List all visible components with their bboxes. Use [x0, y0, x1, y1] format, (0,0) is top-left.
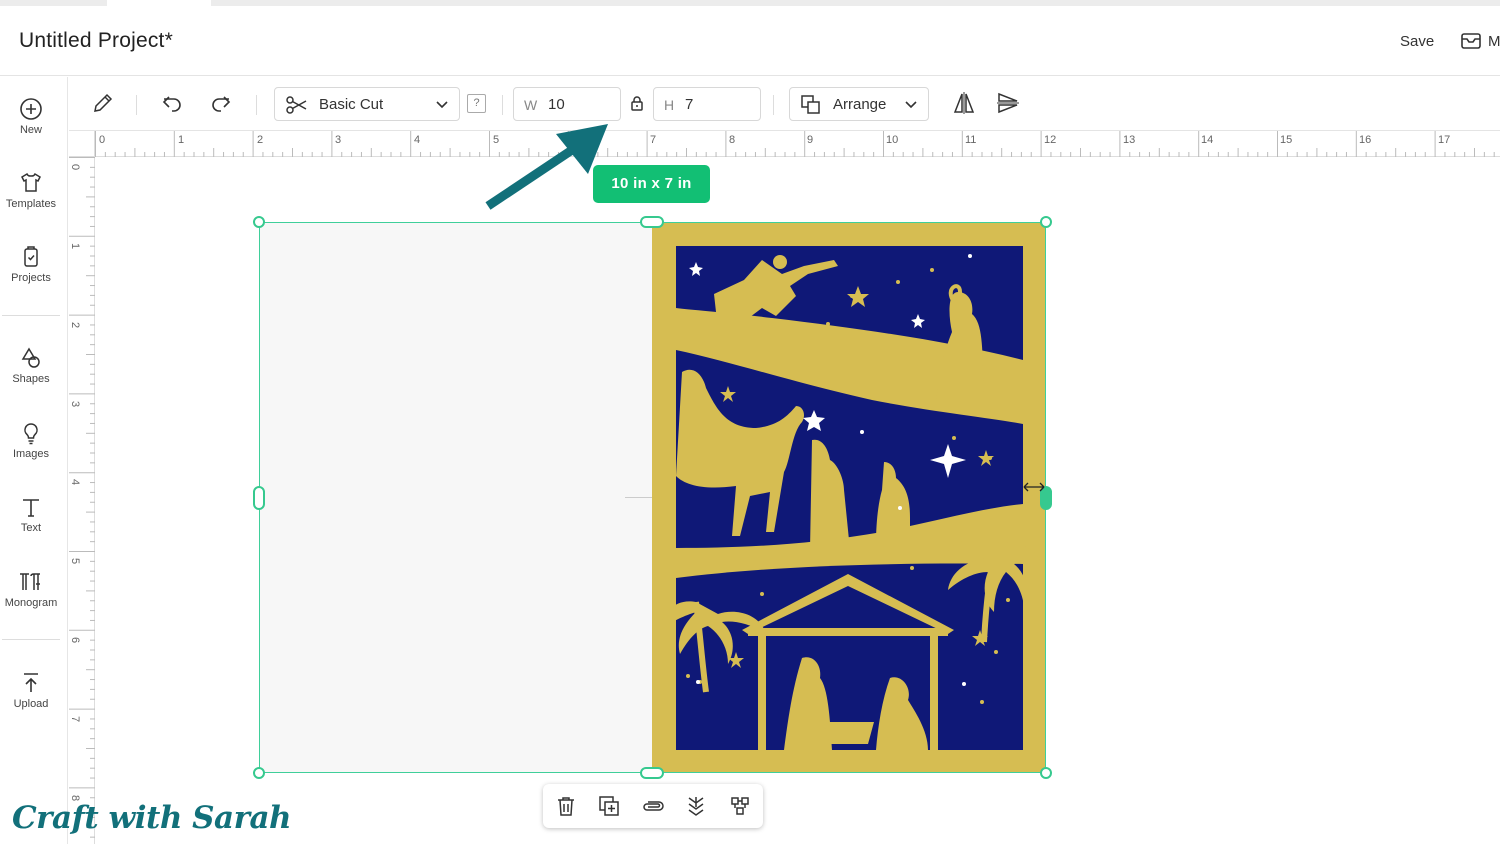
sidebar-item-label: Shapes [12, 373, 50, 385]
operation-select[interactable]: Basic Cut [274, 87, 460, 121]
ruler-label: 8 [729, 134, 736, 146]
arrange-icon [800, 94, 822, 121]
chevron-down-icon [435, 98, 449, 117]
ruler-label: 13 [1123, 134, 1136, 146]
lightbulb-icon [24, 423, 38, 445]
resize-handle-top-right[interactable] [1040, 216, 1052, 228]
ruler-label: 6 [69, 636, 82, 644]
ruler-label: 14 [1201, 134, 1214, 146]
chevron-down-icon [904, 98, 918, 117]
ruler-label: 2 [257, 134, 264, 146]
ruler-label: 17 [1438, 134, 1451, 146]
sidebar-item-monogram[interactable]: Monogram [0, 570, 62, 609]
resize-handle-top-left[interactable] [253, 216, 265, 228]
resize-handle-bottom[interactable] [640, 767, 664, 779]
height-input[interactable]: H 7 [653, 87, 761, 121]
ruler-label: 7 [69, 715, 82, 723]
resize-handle-top[interactable] [640, 216, 664, 228]
upload-icon [24, 673, 38, 692]
projects-icon [24, 246, 38, 267]
sidebar-item-label: Projects [11, 272, 51, 284]
sidebar-item-text[interactable]: Text [0, 495, 62, 534]
ruler-label: 5 [69, 557, 82, 565]
ruler-label: 4 [414, 134, 421, 146]
edit-toolbar: Basic Cut ? W 10 H 7 Arrange [69, 77, 1500, 131]
operation-label: Basic Cut [319, 96, 384, 113]
sidebar-item-templates[interactable]: Templates [0, 171, 62, 210]
scissors-icon [285, 94, 309, 121]
sidebar-item-shapes[interactable]: Shapes [0, 346, 62, 385]
sidebar-item-label: Upload [13, 698, 49, 710]
make-button[interactable]: M [1488, 33, 1500, 50]
sidebar-divider [2, 315, 60, 316]
annotation-arrow [485, 124, 608, 210]
sidebar-item-label: Monogram [4, 597, 58, 609]
watermark-logo: Craft with Sarah [12, 800, 292, 836]
ruler-label: 9 [807, 134, 814, 146]
flip-horizontal-icon[interactable] [952, 91, 976, 120]
ruler-label: 1 [69, 242, 82, 250]
pencil-icon[interactable] [91, 91, 115, 120]
undo-icon[interactable] [160, 91, 184, 120]
monogram-icon [20, 573, 40, 590]
shapes-icon [21, 347, 40, 368]
flatten-icon[interactable] [685, 795, 707, 822]
arrange-label: Arrange [833, 96, 887, 113]
sidebar-item-new[interactable]: New [0, 97, 62, 136]
ruler-label: 2 [69, 321, 82, 329]
sidebar-item-upload[interactable]: Upload [0, 671, 62, 710]
ruler-label: 3 [335, 134, 342, 146]
left-sidebar: New Templates Projects Shapes Images Tex… [0, 77, 68, 844]
text-t-icon [23, 499, 39, 517]
ruler-label: 10 [886, 134, 899, 146]
sidebar-item-projects[interactable]: Projects [0, 245, 62, 284]
redo-icon[interactable] [209, 91, 233, 120]
resize-handle-bottom-left[interactable] [253, 767, 265, 779]
save-button[interactable]: Save [1400, 33, 1434, 50]
project-title[interactable]: Untitled Project* [19, 29, 173, 53]
sidebar-divider [2, 639, 60, 640]
ruler-label: 1 [178, 134, 185, 146]
lock-icon[interactable] [630, 95, 644, 116]
attach-icon[interactable] [641, 795, 665, 822]
sidebar-item-label: Templates [5, 198, 57, 210]
ruler-label: 4 [69, 478, 82, 486]
sidebar-item-label: New [19, 124, 42, 136]
ruler-label: 0 [69, 163, 82, 171]
selection-bounding-box [259, 222, 1046, 773]
ruler-label: 3 [69, 400, 82, 408]
sidebar-item-label: Images [12, 448, 50, 460]
resize-cursor-icon [1022, 480, 1046, 498]
arrange-dropdown[interactable]: Arrange [789, 87, 929, 121]
resize-handle-left[interactable] [253, 486, 265, 510]
tshirt-icon [21, 172, 41, 192]
vertical-ruler: 0 1 2 3 4 5 6 7 8 [69, 157, 95, 844]
horizontal-ruler: 0 1 2 3 4 5 7 8 9 10 11 12 13 14 15 16 1… [95, 131, 1500, 157]
object-action-bar [543, 784, 763, 828]
ruler-label: 15 [1280, 134, 1293, 146]
delete-icon[interactable] [555, 795, 577, 822]
resize-handle-bottom-right[interactable] [1040, 767, 1052, 779]
sidebar-item-label: Text [20, 522, 42, 534]
height-label: H [664, 97, 675, 113]
ungroup-icon[interactable] [729, 795, 751, 822]
flip-vertical-icon[interactable] [996, 91, 1020, 120]
ruler-label: 11 [965, 134, 977, 146]
ruler-label: 0 [99, 134, 106, 146]
ruler-label: 16 [1359, 134, 1372, 146]
duplicate-icon[interactable] [598, 795, 620, 822]
ruler-label: 12 [1044, 134, 1057, 146]
sidebar-item-images[interactable]: Images [0, 421, 62, 460]
app-header: Untitled Project* Save M [0, 6, 1500, 76]
ruler-label: 7 [650, 134, 657, 146]
height-value: 7 [685, 96, 694, 113]
plus-circle-icon [20, 98, 42, 120]
make-tray-icon[interactable] [1460, 31, 1482, 56]
